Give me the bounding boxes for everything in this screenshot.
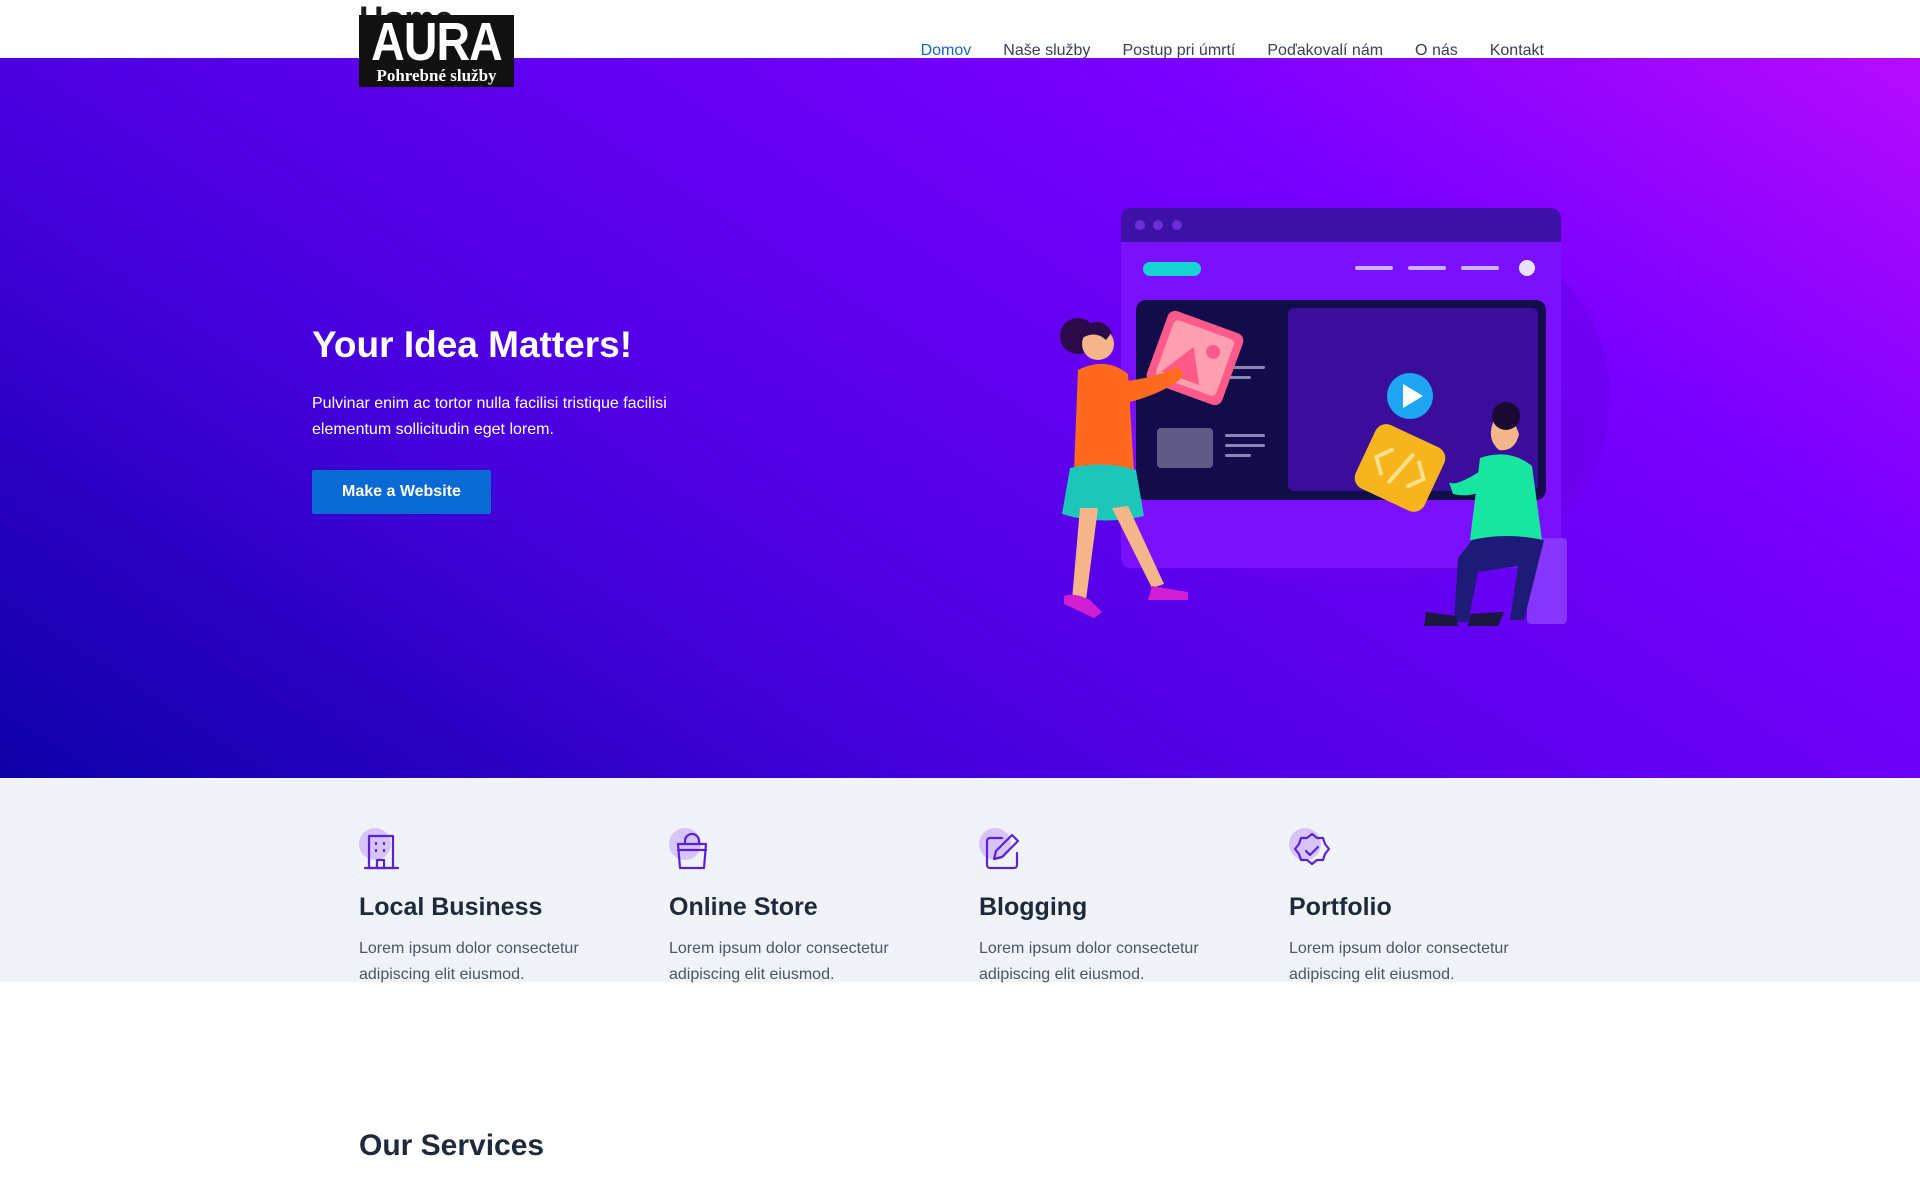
feature-online-store: Online Store Lorem ipsum dolor consectet… (669, 828, 939, 988)
nav-item-domov[interactable]: Domov (921, 42, 972, 60)
nav-item-podakovali-nam[interactable]: Poďakovalí nám (1267, 42, 1383, 60)
site-logo[interactable]: AURA Pohrebné služby (359, 15, 514, 87)
feature-local-business: Local Business Lorem ipsum dolor consect… (359, 828, 629, 988)
hero-text-block: Your Idea Matters! Pulvinar enim ac tort… (312, 323, 732, 514)
feature-text: Lorem ipsum dolor consectetur adipiscing… (1289, 940, 1509, 983)
hero-title: Your Idea Matters! (312, 324, 633, 365)
feature-portfolio: Portfolio Lorem ipsum dolor consectetur … (1289, 828, 1559, 988)
nav-item-postup-pri-umrti[interactable]: Postup pri úmrtí (1122, 42, 1235, 60)
hero-section: Your Idea Matters! Pulvinar enim ac tort… (0, 58, 1920, 778)
nav-item-kontakt[interactable]: Kontakt (1490, 42, 1544, 60)
make-website-button[interactable]: Make a Website (312, 470, 491, 514)
feature-title: Online Store (669, 893, 818, 921)
site-header: Home AURA Pohrebné služby Domov Naše slu… (0, 0, 1920, 87)
logo-wordmark: AURA (371, 12, 503, 72)
people-building-website-illustration (1060, 208, 1610, 626)
feature-text: Lorem ipsum dolor consectetur adipiscing… (979, 940, 1199, 983)
feature-blogging: Blogging Lorem ipsum dolor consectetur a… (979, 828, 1249, 988)
badge-check-icon (1289, 828, 1333, 872)
building-icon (359, 828, 403, 872)
services-heading: Our Services (359, 1129, 545, 1162)
feature-title: Blogging (979, 893, 1088, 921)
edit-icon (979, 828, 1023, 872)
feature-text: Lorem ipsum dolor consectetur adipiscing… (669, 940, 889, 983)
nav-item-o-nas[interactable]: O nás (1415, 42, 1458, 60)
nav-item-nase-sluzby[interactable]: Naše služby (1003, 42, 1090, 60)
features-section: Local Business Lorem ipsum dolor consect… (0, 778, 1920, 983)
shopping-bag-icon (669, 828, 713, 872)
feature-text: Lorem ipsum dolor consectetur adipiscing… (359, 940, 579, 983)
feature-title: Portfolio (1289, 893, 1392, 921)
main-navigation: Domov Naše služby Postup pri úmrtí Poďak… (921, 42, 1544, 60)
hero-description: Pulvinar enim ac tortor nulla facilisi t… (312, 395, 667, 438)
feature-title: Local Business (359, 893, 543, 921)
